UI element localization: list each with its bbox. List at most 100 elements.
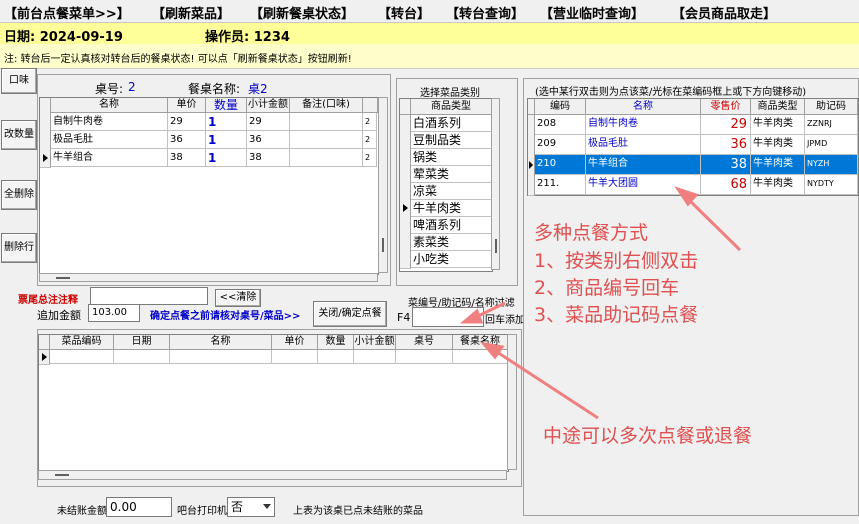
product-cell-type[interactable]: 牛羊肉类 xyxy=(751,115,805,135)
close-confirm-button[interactable]: 关闭/确定点餐 xyxy=(313,301,387,327)
order-cell-name[interactable]: 自制牛肉卷 xyxy=(51,113,168,131)
history-col-price[interactable]: 单价 xyxy=(272,335,318,350)
history-cell[interactable] xyxy=(453,350,508,364)
product-cell-price[interactable]: 68 xyxy=(701,175,751,195)
order-col-subtotal[interactable]: 小计金额 xyxy=(247,98,290,113)
category-item[interactable]: 素菜类 xyxy=(411,234,492,251)
menu-refresh-dishes[interactable]: 【刷新菜品】 xyxy=(152,3,230,22)
order-cell-subtotal[interactable]: 29 xyxy=(247,113,290,131)
delete-row-button[interactable]: 删除行 xyxy=(1,233,37,263)
product-cell-type[interactable]: 牛羊肉类 xyxy=(751,135,805,155)
category-item[interactable]: 凉菜 xyxy=(411,183,492,200)
product-col-mnemonic[interactable]: 助记码 xyxy=(805,99,858,115)
scroll-thumb[interactable] xyxy=(495,239,497,253)
order-col-name[interactable]: 名称 xyxy=(51,98,168,113)
product-col-type[interactable]: 商品类型 xyxy=(751,99,805,115)
product-cell-name-selected[interactable]: 牛羊组合 xyxy=(586,155,701,175)
product-cell-code[interactable]: 208 xyxy=(535,115,586,135)
product-cell-mnemonic[interactable]: ZZNRJ xyxy=(805,115,858,135)
hscroll-thumb[interactable] xyxy=(55,474,69,476)
product-cell-name[interactable]: 牛羊大团圆 xyxy=(586,175,701,195)
history-cell[interactable] xyxy=(272,350,318,364)
category-col-type[interactable]: 商品类型 xyxy=(411,99,492,115)
category-scrollbar[interactable] xyxy=(491,98,500,270)
product-cell-mnemonic-selected[interactable]: NYZH xyxy=(805,155,858,175)
product-cell-code[interactable]: 209 xyxy=(535,135,586,155)
order-col-price[interactable]: 单价 xyxy=(168,98,206,113)
order-col-qty[interactable]: 数量 xyxy=(206,98,247,113)
footer-note-input[interactable] xyxy=(90,287,208,305)
history-hscrollbar[interactable] xyxy=(38,470,507,480)
product-cell-type-selected[interactable]: 牛羊肉类 xyxy=(751,155,805,175)
order-cell-qty[interactable]: 1 xyxy=(206,149,247,167)
menu-transfer-table[interactable]: 【转台】 xyxy=(378,3,430,22)
history-col-subtotal[interactable]: 小计金额 xyxy=(354,335,396,350)
order-row-selector[interactable] xyxy=(40,113,51,132)
order-cell-note[interactable] xyxy=(290,131,363,149)
scroll-thumb[interactable] xyxy=(382,238,384,252)
product-cell-price[interactable]: 36 xyxy=(701,135,751,155)
category-item[interactable]: 豆制品类 xyxy=(411,132,492,149)
category-item[interactable]: 小吃类 xyxy=(411,251,492,268)
order-cell-name[interactable]: 牛羊组合 xyxy=(51,149,168,167)
product-cell-code[interactable]: 211. xyxy=(535,175,586,195)
history-cell[interactable] xyxy=(50,350,114,364)
order-cell-note[interactable] xyxy=(290,149,363,167)
history-cell[interactable] xyxy=(318,350,354,364)
product-col-name[interactable]: 名称 xyxy=(586,99,701,115)
order-grid[interactable]: 名称 单价 数量 小计金额 备注(口味) 自制牛肉卷 29 1 29 2 极品毛… xyxy=(39,97,379,275)
category-item[interactable]: 白酒系列 xyxy=(411,115,492,132)
filter-input[interactable] xyxy=(412,307,484,327)
order-col-note[interactable]: 备注(口味) xyxy=(290,98,363,113)
menu-member-goods[interactable]: 【会员商品取走】 xyxy=(672,3,776,22)
history-cell[interactable] xyxy=(114,350,170,364)
delete-all-button[interactable]: 全删除 xyxy=(1,180,37,210)
history-col-table-name[interactable]: 餐桌名称 xyxy=(453,335,508,350)
order-cell-price[interactable]: 36 xyxy=(168,131,206,149)
product-cell-mnemonic[interactable]: NYDTY xyxy=(805,175,858,195)
category-grid[interactable]: 商品类型 白酒系列 豆制品类 锅类 荤菜类 凉菜 牛羊肉类 啤酒系列 素菜类 小… xyxy=(399,98,493,272)
category-current-selector[interactable] xyxy=(400,200,411,218)
change-qty-button[interactable]: 改数量 xyxy=(1,120,37,150)
category-item[interactable]: 锅类 xyxy=(411,149,492,166)
history-col-name[interactable]: 名称 xyxy=(170,335,272,350)
order-cell-qty[interactable]: 1 xyxy=(206,131,247,149)
history-row-selector[interactable] xyxy=(39,350,50,365)
product-cell-price[interactable]: 29 xyxy=(701,115,751,135)
product-cell-price-selected[interactable]: 38 xyxy=(701,155,751,175)
history-col-qty[interactable]: 数量 xyxy=(318,335,354,350)
product-col-price[interactable]: 零售价 xyxy=(701,99,751,115)
product-cell-name[interactable]: 自制牛肉卷 xyxy=(586,115,701,135)
taste-button[interactable]: 口味 xyxy=(1,68,37,94)
product-col-code[interactable]: 编码 xyxy=(535,99,586,115)
history-col-date[interactable]: 日期 xyxy=(114,335,170,350)
category-item[interactable]: 牛羊肉类 xyxy=(411,200,492,217)
order-cell-note[interactable] xyxy=(290,113,363,131)
order-row-selector-current[interactable] xyxy=(40,149,51,168)
category-item[interactable]: 荤菜类 xyxy=(411,166,492,183)
product-cell-name[interactable]: 极品毛肚 xyxy=(586,135,701,155)
product-cell-type[interactable]: 牛羊肉类 xyxy=(751,175,805,195)
add-amount-input[interactable]: 103.00 xyxy=(88,304,140,322)
order-grid-hscrollbar[interactable] xyxy=(39,273,378,282)
history-grid[interactable]: 菜品编码 日期 名称 单价 数量 小计金额 桌号 餐桌名称 xyxy=(38,334,509,472)
clear-note-button[interactable]: <<清除 xyxy=(215,289,261,307)
product-current-selector[interactable] xyxy=(528,155,535,176)
history-cell[interactable] xyxy=(354,350,396,364)
menu-front-order[interactable]: 【前台点餐菜单>>】 xyxy=(4,3,130,22)
printer-select[interactable]: 否 xyxy=(227,497,275,517)
history-col-code[interactable]: 菜品编码 xyxy=(50,335,114,350)
order-cell-name[interactable]: 极品毛肚 xyxy=(51,131,168,149)
order-row-selector[interactable] xyxy=(40,131,51,150)
menu-refresh-tables[interactable]: 【刷新餐桌状态】 xyxy=(250,3,354,22)
menu-temp-query[interactable]: 【营业临时查询】 xyxy=(540,3,644,22)
order-cell-subtotal[interactable]: 38 xyxy=(247,149,290,167)
order-cell-price[interactable]: 38 xyxy=(168,149,206,167)
history-col-table-no[interactable]: 桌号 xyxy=(396,335,453,350)
product-grid[interactable]: 编码 名称 零售价 商品类型 助记码 208 自制牛肉卷 29 牛羊肉类 ZZN… xyxy=(527,98,859,196)
hscroll-thumb[interactable] xyxy=(56,277,70,279)
history-cell[interactable] xyxy=(396,350,453,364)
product-cell-code-selected[interactable]: 210 xyxy=(535,155,586,175)
category-item[interactable]: 啤酒系列 xyxy=(411,217,492,234)
product-cell-mnemonic[interactable]: JPMD xyxy=(805,135,858,155)
